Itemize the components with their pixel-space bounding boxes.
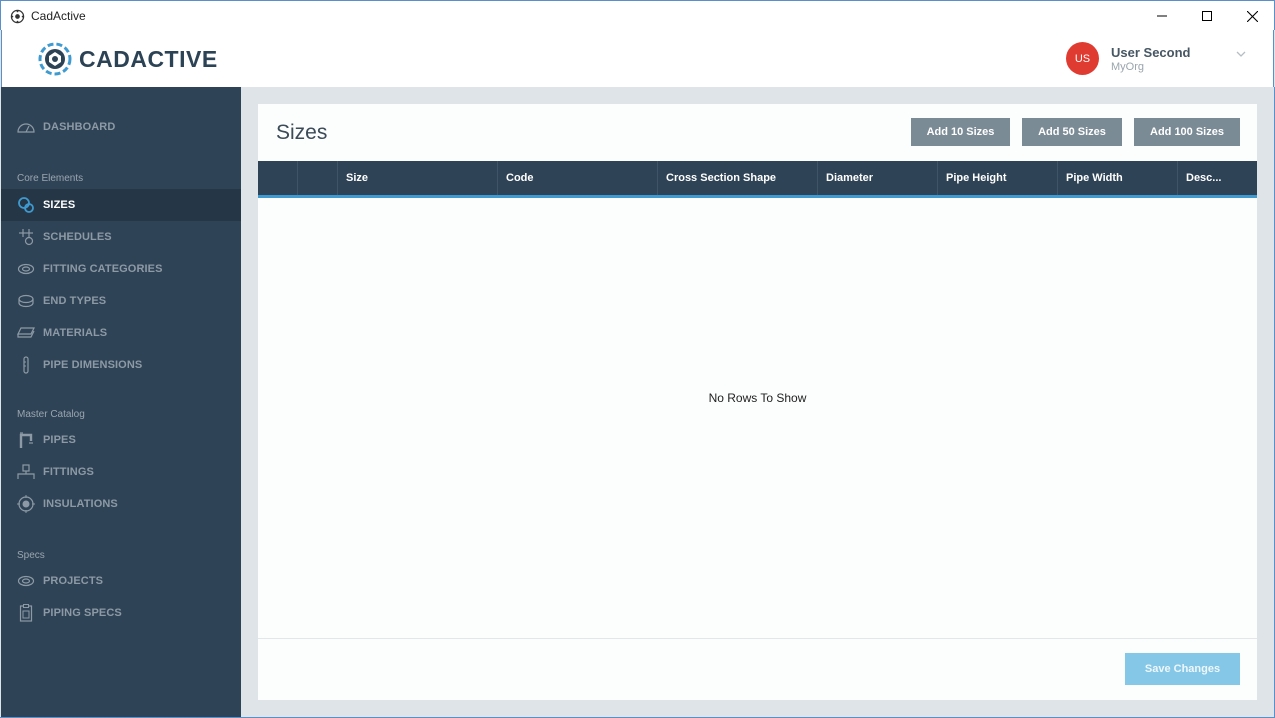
sidebar-item-end-types[interactable]: END TYPES [1, 285, 241, 317]
avatar: US [1066, 42, 1099, 75]
page-title: Sizes [276, 121, 328, 144]
sidebar-item-label: INSULATIONS [43, 498, 118, 510]
close-button[interactable] [1229, 1, 1275, 31]
column-header-size[interactable]: Size [338, 161, 498, 195]
cadactive-logo-icon [38, 42, 72, 76]
fittings-icon [17, 463, 35, 481]
sidebar-item-label: FITTINGS [43, 466, 94, 478]
grid-header: Size Code Cross Section Shape Diameter P… [258, 161, 1257, 198]
pipes-icon [17, 431, 35, 449]
sidebar-item-materials[interactable]: MATERIALS [1, 317, 241, 349]
sidebar-item-fitting-categories[interactable]: FITTING CATEGORIES [1, 253, 241, 285]
sidebar-item-label: END TYPES [43, 295, 107, 307]
column-header-select[interactable] [258, 161, 298, 195]
section-label-specs: Specs [17, 550, 45, 561]
column-header-code[interactable]: Code [498, 161, 658, 195]
sidebar-item-label: SCHEDULES [43, 231, 112, 243]
column-header-actions[interactable] [298, 161, 338, 195]
sidebar-item-label: SIZES [43, 199, 76, 211]
sidebar-item-insulations[interactable]: INSULATIONS [1, 488, 241, 520]
piping-specs-icon [17, 604, 35, 622]
cadactive-app-icon [10, 9, 25, 24]
section-label-catalog: Master Catalog [17, 409, 85, 420]
empty-grid-message: No Rows To Show [708, 391, 807, 405]
minimize-icon [1157, 15, 1167, 17]
window-titlebar: CadActive [0, 0, 1275, 30]
sidebar-item-dashboard[interactable]: DASHBOARD [1, 111, 241, 143]
column-header-diameter[interactable]: Diameter [818, 161, 938, 195]
column-header-cross-section-shape[interactable]: Cross Section Shape [658, 161, 818, 195]
add-100-sizes-button[interactable]: Add 100 Sizes [1134, 118, 1240, 146]
sidebar-item-label: PIPES [43, 434, 76, 446]
sidebar-item-label: PROJECTS [43, 575, 104, 587]
add-10-sizes-button[interactable]: Add 10 Sizes [911, 118, 1010, 146]
save-changes-button[interactable]: Save Changes [1125, 653, 1240, 685]
maximize-button[interactable] [1184, 1, 1230, 31]
window-title: CadActive [31, 9, 86, 23]
app-header: CADACTIVE US User Second MyOrg [1, 30, 1274, 87]
schedules-icon [17, 228, 35, 246]
sidebar-item-schedules[interactable]: SCHEDULES [1, 221, 241, 253]
chevron-down-icon[interactable] [1236, 50, 1246, 58]
column-header-description[interactable]: Desc... [1178, 161, 1257, 195]
footer-divider [258, 638, 1257, 639]
sidebar-item-label: PIPING SPECS [43, 607, 122, 619]
sidebar-item-label: PIPE DIMENSIONS [43, 359, 143, 371]
sidebar-item-label: DASHBOARD [43, 121, 116, 133]
logo-text: CADACTIVE [79, 45, 218, 72]
sidebar-item-projects[interactable]: PROJECTS [1, 565, 241, 597]
user-org: MyOrg [1111, 61, 1144, 73]
pipe-dimensions-icon [17, 356, 35, 374]
user-name: User Second [1111, 45, 1191, 60]
end-types-icon [17, 292, 35, 310]
projects-icon [17, 572, 35, 590]
sidebar-item-pipe-dimensions[interactable]: PIPE DIMENSIONS [1, 349, 241, 381]
sidebar-item-sizes[interactable]: SIZES [1, 189, 241, 221]
dashboard-icon [17, 118, 35, 136]
sizes-icon [17, 196, 35, 214]
sidebar-item-piping-specs[interactable]: PIPING SPECS [1, 597, 241, 629]
sizes-panel: Sizes Add 10 Sizes Add 50 Sizes Add 100 … [258, 104, 1257, 700]
sidebar-item-label: MATERIALS [43, 327, 108, 339]
column-header-pipe-height[interactable]: Pipe Height [938, 161, 1058, 195]
sidebar-item-fittings[interactable]: FITTINGS [1, 456, 241, 488]
fitting-categories-icon [17, 260, 35, 278]
section-label-core: Core Elements [17, 173, 84, 184]
insulations-icon [17, 495, 35, 513]
maximize-icon [1202, 11, 1212, 21]
sidebar: DASHBOARD Core Elements SIZES SCHEDULES … [1, 87, 241, 717]
sidebar-item-label: FITTING CATEGORIES [43, 263, 163, 275]
column-header-pipe-width[interactable]: Pipe Width [1058, 161, 1178, 195]
add-50-sizes-button[interactable]: Add 50 Sizes [1022, 118, 1122, 146]
materials-icon [17, 324, 35, 342]
minimize-button[interactable] [1139, 1, 1185, 31]
sidebar-item-pipes[interactable]: PIPES [1, 424, 241, 456]
close-icon [1246, 10, 1258, 22]
cadactive-logo[interactable]: CADACTIVE [37, 41, 218, 77]
